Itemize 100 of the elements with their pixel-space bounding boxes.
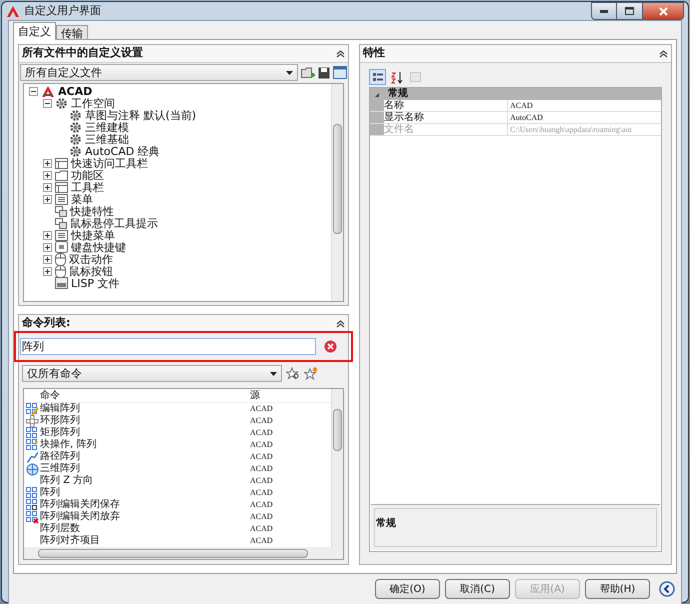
column-header[interactable]: 源 xyxy=(250,390,260,400)
category-header: 常规 xyxy=(388,89,408,99)
block-array-icon xyxy=(26,438,39,452)
tree-item[interactable]: 键盘快捷键 xyxy=(71,242,126,252)
dialog-button[interactable]: 帮助(H) xyxy=(585,579,650,599)
tree-item[interactable]: 工具栏 xyxy=(71,182,104,192)
property-value[interactable]: ACAD xyxy=(508,100,533,111)
tree-item[interactable]: 鼠标按钮 xyxy=(69,266,113,276)
command-name[interactable]: 阵列编辑关闭放弃 xyxy=(40,512,250,522)
tree-item[interactable]: AutoCAD 经典 xyxy=(85,146,160,156)
description-title: 常规 xyxy=(376,518,396,529)
scrollbar[interactable] xyxy=(331,84,343,301)
gear-icon xyxy=(55,96,68,110)
minimize-button[interactable] xyxy=(591,2,617,20)
collapse-section-icon[interactable] xyxy=(659,49,668,58)
source-cell: ACAD xyxy=(250,489,273,497)
command-name[interactable]: 阵列层数 xyxy=(40,524,250,534)
gear-icon xyxy=(69,132,82,146)
close-icon xyxy=(658,6,668,16)
folder-icon xyxy=(55,170,68,180)
logo-icon xyxy=(41,84,55,98)
command-name[interactable]: 编辑阵列 xyxy=(40,404,250,414)
star-search-icon[interactable] xyxy=(286,367,300,380)
property-name: 文件名 xyxy=(384,124,508,135)
toolbar-icon xyxy=(55,182,68,192)
command-name[interactable]: 矩形阵列 xyxy=(40,428,250,438)
clear-icon[interactable] xyxy=(324,340,337,353)
command-name[interactable]: 阵列对齐项目 xyxy=(40,536,250,546)
tree-item[interactable]: 鼠标悬停工具提示 xyxy=(70,218,158,228)
expand-icon[interactable] xyxy=(43,170,52,180)
window-icon xyxy=(55,218,67,228)
dialog-button[interactable]: 取消(C) xyxy=(445,579,510,599)
tree-item[interactable]: 草图与注释 默认(当前) xyxy=(85,110,196,120)
tree-item[interactable]: LISP 文件 xyxy=(71,278,120,288)
collapse-section-icon[interactable] xyxy=(336,49,345,58)
tree-item[interactable]: 双击动作 xyxy=(69,254,113,264)
tree-item[interactable]: 三维基础 xyxy=(85,134,129,144)
horizontal-scrollbar[interactable] xyxy=(24,547,343,559)
source-cell: ACAD xyxy=(250,429,273,437)
scrollbar[interactable] xyxy=(331,389,343,547)
mouse-icon xyxy=(55,264,66,278)
tree-item[interactable]: 快捷特性 xyxy=(70,206,114,216)
expand-icon[interactable] xyxy=(43,230,52,240)
dropdown-arrow-icon xyxy=(286,70,293,74)
command-name[interactable]: 阵列 Z 方向 xyxy=(40,476,250,486)
tree-item[interactable]: 菜单 xyxy=(71,194,93,204)
keyboard-icon xyxy=(55,241,68,253)
section-header: 特性 xyxy=(363,45,386,62)
array-icon xyxy=(26,486,39,500)
file-dropdown[interactable]: 所有自定义文件 xyxy=(20,64,298,81)
command-name[interactable]: 路径阵列 xyxy=(40,452,250,462)
source-cell: ACAD xyxy=(250,405,273,413)
dialog-button[interactable]: 确定(O) xyxy=(375,579,440,599)
discard-array-icon xyxy=(26,510,39,524)
close-button[interactable] xyxy=(642,2,684,20)
open-folder-icon[interactable] xyxy=(301,66,315,78)
property-value[interactable]: AutoCAD xyxy=(508,112,543,123)
maximize-button[interactable] xyxy=(617,2,642,20)
gear-icon xyxy=(69,120,82,134)
sort-button[interactable] xyxy=(388,69,405,85)
filter-dropdown[interactable]: 仅所有命令 xyxy=(22,365,282,382)
column-header[interactable]: 命令 xyxy=(24,390,250,400)
window-icon xyxy=(55,206,67,216)
source-cell: ACAD xyxy=(250,441,273,449)
circular-array-icon xyxy=(26,414,39,428)
collapse-icon[interactable] xyxy=(29,86,38,96)
command-name[interactable]: 环形阵列 xyxy=(40,416,250,426)
tree-item[interactable]: 快速访问工具栏 xyxy=(71,158,148,168)
expand-icon[interactable] xyxy=(43,194,52,204)
save-icon[interactable] xyxy=(318,66,330,78)
source-cell: ACAD xyxy=(250,465,273,473)
section-header: 命令列表: xyxy=(22,314,72,331)
tab[interactable]: 自定义 xyxy=(13,22,56,40)
command-name[interactable]: 阵列 xyxy=(40,488,250,498)
tree-item[interactable]: ACAD xyxy=(58,86,92,96)
expand-icon[interactable] xyxy=(43,254,52,264)
expand-icon[interactable] xyxy=(43,158,52,168)
expand-icon[interactable] xyxy=(43,242,52,252)
source-cell: ACAD xyxy=(250,501,273,509)
source-cell: ACAD xyxy=(250,417,273,425)
window-icon[interactable] xyxy=(333,66,347,79)
menu-icon xyxy=(55,230,68,240)
categorized-button[interactable] xyxy=(369,69,386,85)
tree-item[interactable]: 快捷菜单 xyxy=(71,230,115,240)
command-name[interactable]: 块操作, 阵列 xyxy=(40,440,250,450)
tab[interactable]: 传输 xyxy=(56,25,88,40)
collapse-section-icon[interactable] xyxy=(336,318,345,328)
new-star-icon[interactable] xyxy=(304,367,318,380)
grid-icon xyxy=(410,72,421,82)
mouse-icon xyxy=(55,252,66,266)
source-cell: ACAD xyxy=(250,477,273,485)
tree-item[interactable]: 工作空间 xyxy=(71,98,115,108)
expand-icon[interactable] xyxy=(43,266,52,276)
expand-icon[interactable] xyxy=(43,182,52,192)
tree-item[interactable]: 功能区 xyxy=(71,170,104,180)
command-name[interactable]: 阵列编辑关闭保存 xyxy=(40,500,250,510)
tree-item[interactable]: 三维建模 xyxy=(85,122,129,132)
search-field[interactable]: 阵列 xyxy=(20,338,316,355)
command-name[interactable]: 三维阵列 xyxy=(40,464,250,474)
collapse-icon[interactable] xyxy=(43,98,52,108)
